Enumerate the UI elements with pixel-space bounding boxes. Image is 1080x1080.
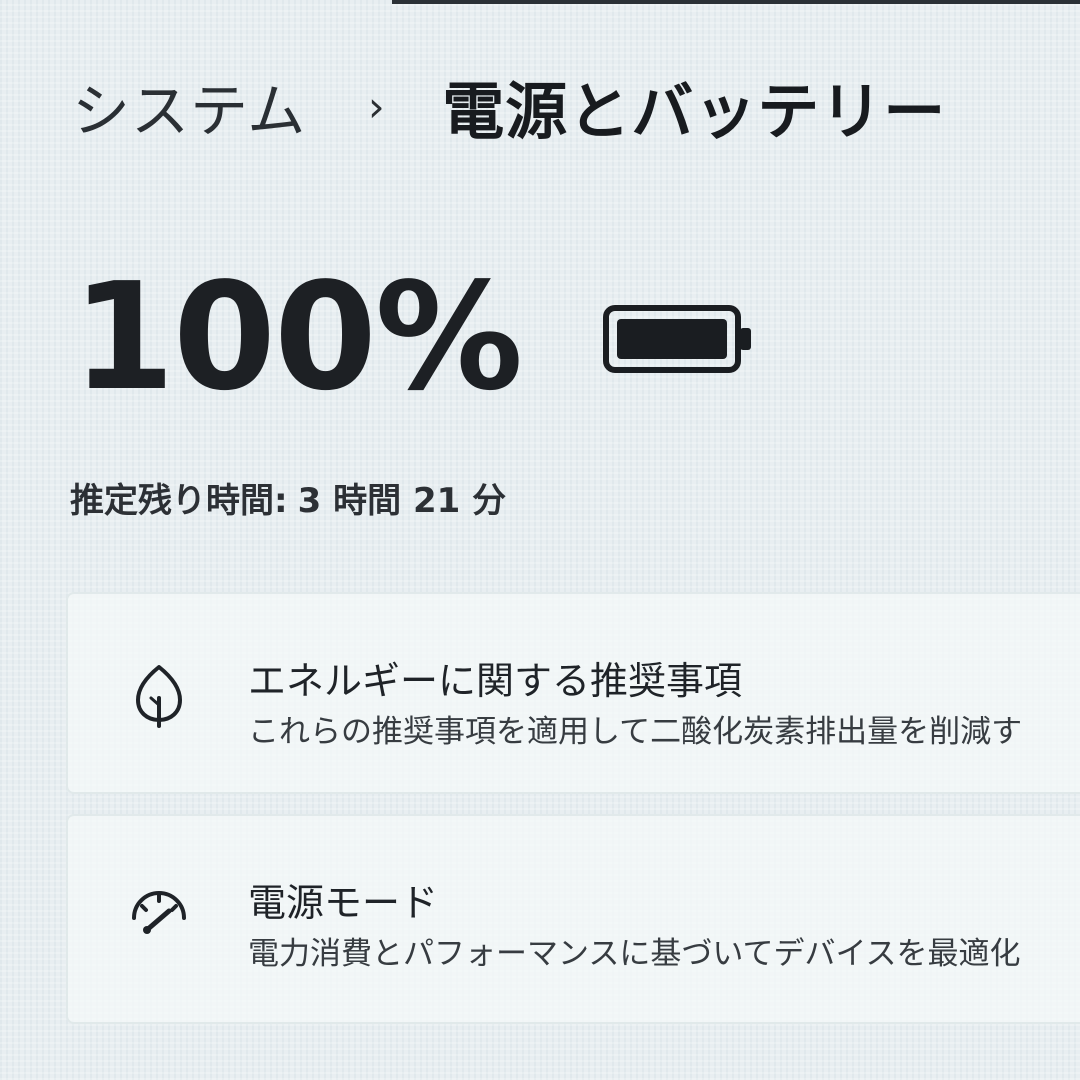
remaining-time-value: 3 時間 21 分: [297, 480, 507, 521]
power-mode-card[interactable]: 電源モード 電力消費とパフォーマンスに基づいてデバイスを最適化: [66, 814, 1080, 1024]
gauge-icon: [132, 891, 186, 934]
leaf-icon: [136, 665, 182, 728]
battery-full-icon: [603, 305, 752, 373]
breadcrumb-system-link[interactable]: システム: [72, 64, 306, 148]
estimated-remaining-time: 推定残り時間: 3 時間 21 分: [70, 472, 770, 522]
remaining-time-label: 推定残り時間:: [70, 480, 288, 521]
top-window-edge: [392, 0, 1080, 4]
chevron-right-icon: ›: [367, 81, 385, 131]
energy-recommendations-title: エネルギーに関する推奨事項: [248, 659, 743, 703]
energy-recommendations-card[interactable]: エネルギーに関する推奨事項 これらの推奨事項を適用して二酸化炭素排出量を削減す: [66, 592, 1080, 794]
battery-percentage: 100%: [72, 251, 523, 423]
power-mode-description: 電力消費とパフォーマンスに基づいてデバイスを最適化: [248, 936, 1021, 972]
energy-recommendations-description: これらの推奨事項を適用して二酸化炭素排出量を削減す: [248, 714, 1023, 750]
page-title: 電源とバッテリー: [442, 75, 947, 148]
power-mode-title: 電源モード: [248, 881, 439, 925]
battery-status: 100%: [72, 262, 772, 412]
breadcrumb: システム › 電源とバッテリー: [72, 64, 1062, 148]
settings-page: システム › 電源とバッテリー 100% 推定残り時間: 3 時間 21 分 エ…: [0, 0, 1080, 1080]
